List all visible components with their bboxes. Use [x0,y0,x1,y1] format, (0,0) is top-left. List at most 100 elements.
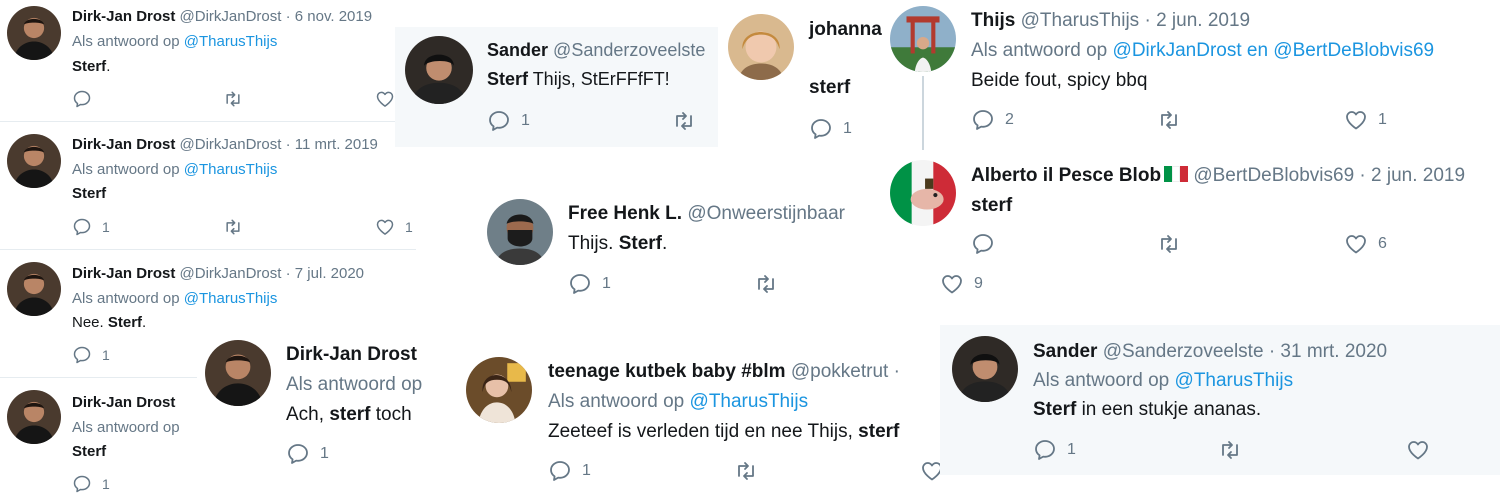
reply-count: 2 [1005,111,1014,128]
flag-stripe [1172,166,1181,182]
reply-button[interactable]: 1 [72,217,110,237]
reply-mention[interactable]: @TharusThijs [184,290,278,307]
author-name[interactable]: Dirk-Jan Drost [72,8,175,25]
tweet-sander-1[interactable]: Sander @Sanderzoveelste Sterf Thijs, StE… [395,27,718,147]
reply-button[interactable]: 1 [72,345,110,365]
tweet-henk[interactable]: Free Henk L. @Onweerstijnbaar Thijs. Ste… [478,188,880,304]
avatar[interactable] [405,36,473,104]
avatar[interactable] [7,134,61,188]
tweet-text: Thijs. Sterf. [568,233,667,255]
reply-count: 1 [1067,441,1076,458]
retweet-button[interactable] [222,89,244,109]
henk-like-overflow[interactable]: 9 [880,270,1000,302]
avatar[interactable] [7,390,61,444]
retweet-button[interactable] [1156,232,1182,256]
tweet-dirk-1[interactable]: Dirk-Jan Drost @DirkJanDrost · 6 nov. 20… [0,0,420,120]
reply-icon [72,474,92,494]
author-name[interactable]: Sander [1033,341,1097,362]
author-name[interactable]: johanna [809,19,882,40]
tweet-date[interactable]: 31 mrt. 2020 [1280,341,1387,362]
reply-button[interactable]: 1 [72,474,110,494]
author-handle[interactable]: @Onweerstijnbaar [687,203,845,224]
tweet-text: Sterf [72,185,106,202]
reply-mention[interactable]: @DirkJanDrost en @BertDeBlobvis69 [1113,40,1435,61]
like-button[interactable]: 9 [940,272,983,296]
retweet-button[interactable] [1156,108,1182,132]
reply-button[interactable]: 1 [548,459,591,483]
like-button[interactable]: 6 [1344,232,1387,256]
avatar[interactable] [466,357,532,423]
author-handle[interactable]: @Sanderzoveelste [553,40,705,60]
tweet-text-pre: Nee. [72,314,108,331]
author-handle[interactable]: @BertDeBlobvis69 [1193,165,1354,186]
reply-button[interactable]: 1 [286,442,329,466]
avatar[interactable] [7,262,61,316]
like-button[interactable] [375,89,395,109]
avatar[interactable] [890,160,956,226]
avatar[interactable] [728,14,794,80]
separator: · [1144,10,1151,31]
author-handle[interactable]: @DirkJanDrost [180,265,282,282]
reply-button[interactable]: 1 [1033,438,1076,462]
author-name[interactable]: Dirk-Jan Drost [72,394,175,411]
tweet-teenage[interactable]: teenage kutbek baby #blm @pokketrut · Al… [456,345,940,500]
tweet-date[interactable]: 2 jun. 2019 [1156,10,1250,31]
author-name[interactable]: Alberto il Pesce Blob [971,165,1161,186]
author-name[interactable]: teenage kutbek baby #blm [548,361,786,382]
avatar[interactable] [205,340,271,406]
tweet-alberto[interactable]: Alberto il Pesce Blob @BertDeBlobvis69 ·… [888,150,1500,270]
like-button[interactable]: 1 [375,217,413,237]
tweet-text-bold: Sterf [487,69,529,89]
reply-prefix: Als antwoord op [286,374,423,395]
reply-button[interactable] [971,232,995,256]
author-name[interactable]: Dirk-Jan Drost [72,136,175,153]
tweet-dirk-5[interactable]: Dirk-Jan Drost Als antwoord op Ach, ster… [197,328,477,500]
reply-mention[interactable]: @TharusThijs [184,161,278,178]
retweet-button[interactable] [671,109,697,133]
author-name[interactable]: Sander [487,40,548,60]
tweet-text-pre: Zeeteef is verleden tijd en nee Thijs, [548,421,859,442]
author-name[interactable]: Thijs [971,10,1015,31]
tweet-date[interactable]: 6 nov. 2019 [295,8,372,25]
author-handle[interactable]: @TharusThijs [1021,10,1140,31]
reply-mention[interactable]: @TharusThijs [1175,370,1294,391]
reply-button[interactable]: 1 [568,272,611,296]
reply-button[interactable] [72,89,92,109]
tweet-johanna[interactable]: johanna sterf 1 [718,0,890,160]
reply-button[interactable]: 1 [809,117,852,141]
reply-mention[interactable]: @TharusThijs [184,33,278,50]
reply-button[interactable]: 1 [487,109,530,133]
tweet-dirk-2[interactable]: Dirk-Jan Drost @DirkJanDrost · 11 mrt. 2… [0,124,420,248]
avatar[interactable] [487,199,553,265]
tweet-thijs[interactable]: Thijs @TharusThijs · 2 jun. 2019 Als ant… [888,0,1500,150]
reply-mention[interactable]: @TharusThijs [690,391,809,412]
tweet-sander-2[interactable]: Sander @Sanderzoveelste · 31 mrt. 2020 A… [940,325,1500,475]
author-handle[interactable]: @pokketrut [791,361,888,382]
author-handle[interactable]: @Sanderzoveelste [1103,341,1264,362]
author-name[interactable]: Dirk-Jan Drost [286,344,417,365]
tweet-date[interactable]: 11 mrt. 2019 [295,136,378,153]
like-button[interactable] [920,459,940,483]
avatar[interactable] [890,6,956,72]
tweet-date[interactable]: 7 jul. 2020 [295,265,364,282]
retweet-button[interactable] [222,217,244,237]
tweet-date[interactable]: 2 jun. 2019 [1371,165,1465,186]
tweet-header: Dirk-Jan Drost @DirkJanDrost · 11 mrt. 2… [72,136,378,153]
like-button[interactable] [1406,438,1430,462]
retweet-button[interactable] [1217,438,1243,462]
author-name[interactable]: Free Henk L. [568,203,682,224]
author-handle[interactable]: @DirkJanDrost [180,136,282,153]
reply-icon [286,442,310,466]
like-button[interactable]: 1 [1344,108,1387,132]
avatar[interactable] [7,6,61,60]
tweet-header: Sander @Sanderzoveelste [487,40,705,61]
avatar[interactable] [952,336,1018,402]
retweet-button[interactable] [733,459,759,483]
retweet-button[interactable] [753,272,779,296]
author-name[interactable]: Dirk-Jan Drost [72,265,175,282]
reply-button[interactable]: 2 [971,108,1014,132]
separator: · [285,136,291,153]
author-handle[interactable]: @DirkJanDrost [180,8,282,25]
reply-count: 1 [102,219,110,235]
tweet-text-bold: Sterf [72,185,107,202]
